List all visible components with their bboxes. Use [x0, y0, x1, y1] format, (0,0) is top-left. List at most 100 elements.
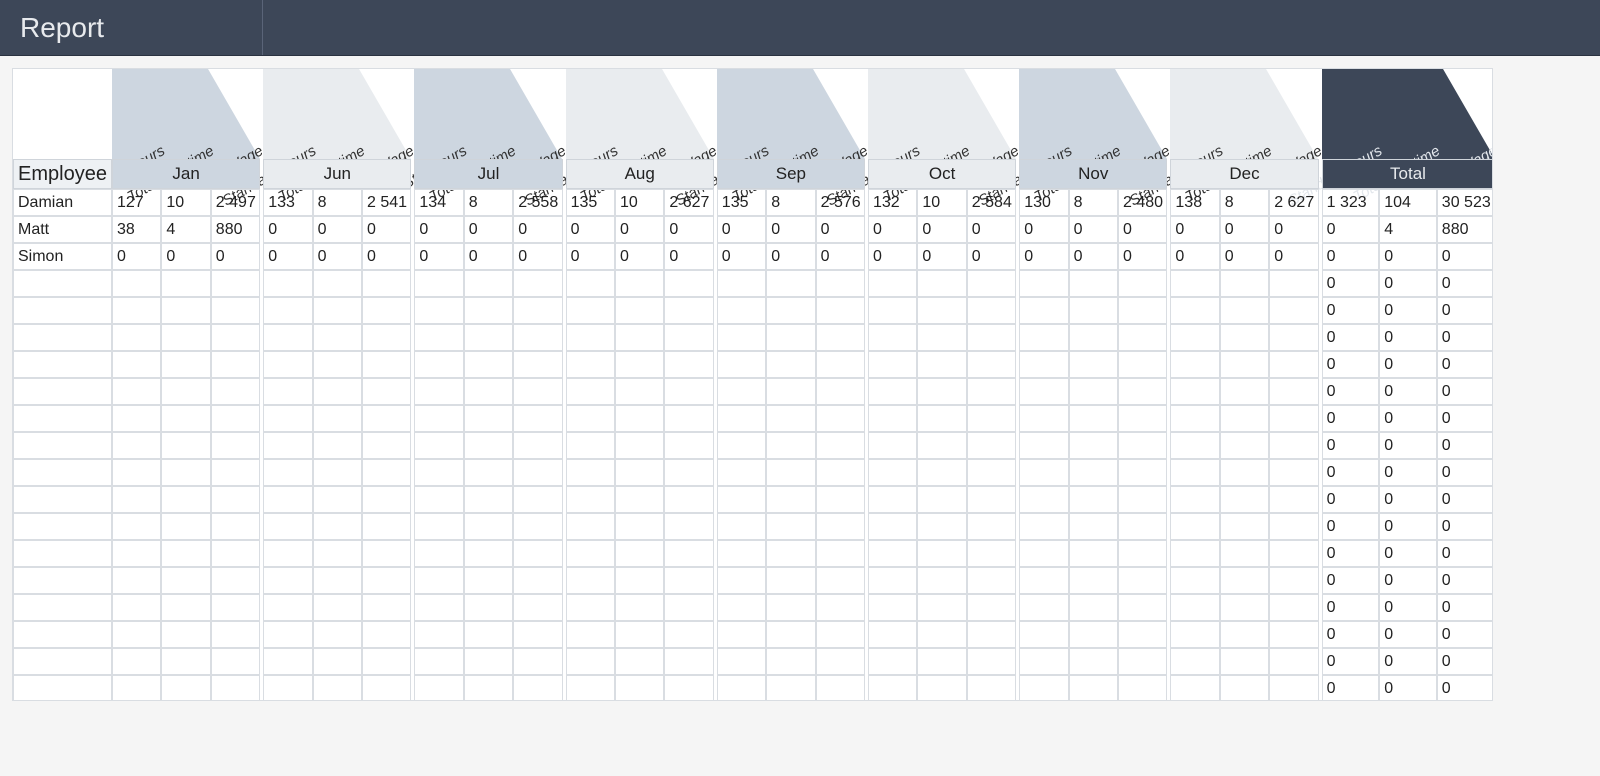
cell[interactable] — [414, 459, 463, 486]
cell[interactable] — [1019, 513, 1068, 540]
cell[interactable] — [263, 405, 312, 432]
cell[interactable] — [211, 567, 260, 594]
cell-employee-name[interactable] — [13, 594, 112, 621]
cell[interactable] — [362, 675, 411, 701]
cell[interactable] — [112, 594, 161, 621]
cell[interactable] — [1170, 270, 1219, 297]
cell[interactable] — [1170, 297, 1219, 324]
cell[interactable] — [1170, 540, 1219, 567]
cell-total[interactable]: 0 — [1322, 459, 1380, 486]
cell[interactable] — [615, 324, 664, 351]
cell-employee-name[interactable]: Matt — [13, 216, 112, 243]
cell[interactable] — [967, 405, 1016, 432]
cell[interactable] — [1220, 432, 1269, 459]
cell[interactable] — [1220, 351, 1269, 378]
cell[interactable] — [1118, 270, 1167, 297]
cell[interactable] — [313, 621, 362, 648]
cell[interactable] — [362, 594, 411, 621]
cell-total[interactable]: 0 — [1379, 459, 1437, 486]
cell[interactable] — [615, 351, 664, 378]
cell[interactable] — [816, 567, 865, 594]
cell[interactable] — [1170, 567, 1219, 594]
cell[interactable] — [1069, 513, 1118, 540]
cell[interactable] — [967, 297, 1016, 324]
cell[interactable] — [1118, 513, 1167, 540]
cell[interactable] — [313, 594, 362, 621]
cell-employee-name[interactable] — [13, 621, 112, 648]
cell[interactable] — [615, 270, 664, 297]
cell[interactable] — [161, 378, 210, 405]
cell[interactable] — [313, 378, 362, 405]
cell[interactable] — [917, 648, 966, 675]
cell[interactable] — [615, 297, 664, 324]
cell[interactable] — [263, 270, 312, 297]
cell[interactable] — [414, 594, 463, 621]
cell[interactable] — [1118, 378, 1167, 405]
cell[interactable] — [313, 270, 362, 297]
cell[interactable] — [1019, 324, 1068, 351]
cell[interactable] — [1118, 351, 1167, 378]
cell[interactable] — [664, 621, 713, 648]
cell-total[interactable]: 0 — [1322, 378, 1380, 405]
cell[interactable] — [1069, 432, 1118, 459]
cell[interactable] — [211, 405, 260, 432]
cell[interactable] — [766, 324, 815, 351]
cell[interactable]: 0 — [1069, 216, 1118, 243]
cell[interactable] — [1118, 567, 1167, 594]
cell[interactable] — [1118, 486, 1167, 513]
cell[interactable]: 0 — [513, 243, 562, 270]
cell[interactable] — [967, 567, 1016, 594]
cell[interactable] — [566, 621, 615, 648]
cell[interactable] — [717, 432, 766, 459]
cell[interactable]: 0 — [1118, 243, 1167, 270]
cell[interactable] — [313, 513, 362, 540]
cell[interactable] — [566, 432, 615, 459]
cell-total[interactable]: 0 — [1437, 243, 1494, 270]
cell[interactable]: 0 — [967, 216, 1016, 243]
cell[interactable] — [664, 513, 713, 540]
cell[interactable] — [816, 675, 865, 701]
cell[interactable] — [263, 513, 312, 540]
cell-total[interactable]: 0 — [1437, 648, 1494, 675]
cell[interactable] — [816, 324, 865, 351]
cell-total[interactable]: 0 — [1379, 297, 1437, 324]
cell[interactable] — [211, 297, 260, 324]
cell[interactable]: 0 — [1170, 243, 1219, 270]
cell[interactable] — [263, 594, 312, 621]
cell[interactable] — [211, 324, 260, 351]
cell[interactable] — [313, 486, 362, 513]
cell-total[interactable]: 0 — [1322, 486, 1380, 513]
cell[interactable] — [1269, 621, 1318, 648]
cell[interactable] — [1220, 594, 1269, 621]
cell[interactable] — [1019, 594, 1068, 621]
cell[interactable] — [566, 405, 615, 432]
cell[interactable] — [566, 513, 615, 540]
cell[interactable] — [766, 432, 815, 459]
cell-employee-name[interactable] — [13, 459, 112, 486]
cell[interactable] — [917, 513, 966, 540]
cell[interactable] — [717, 567, 766, 594]
cell[interactable] — [362, 648, 411, 675]
cell[interactable] — [414, 648, 463, 675]
cell[interactable] — [112, 513, 161, 540]
cell[interactable] — [1269, 297, 1318, 324]
cell[interactable] — [816, 648, 865, 675]
cell[interactable]: 130 — [1019, 189, 1068, 216]
cell[interactable]: 38 — [112, 216, 161, 243]
cell[interactable] — [313, 324, 362, 351]
cell[interactable]: 0 — [1269, 216, 1318, 243]
cell[interactable] — [1170, 405, 1219, 432]
cell[interactable] — [513, 513, 562, 540]
cell[interactable]: 8 — [1220, 189, 1269, 216]
cell-total[interactable]: 0 — [1322, 648, 1380, 675]
cell[interactable] — [1118, 459, 1167, 486]
cell[interactable] — [664, 297, 713, 324]
cell-total[interactable]: 1 323 — [1322, 189, 1380, 216]
cell[interactable]: 2 627 — [664, 189, 713, 216]
cell[interactable] — [868, 297, 917, 324]
cell[interactable] — [664, 648, 713, 675]
cell[interactable] — [414, 270, 463, 297]
cell[interactable] — [615, 459, 664, 486]
cell[interactable] — [868, 567, 917, 594]
cell[interactable] — [1220, 513, 1269, 540]
